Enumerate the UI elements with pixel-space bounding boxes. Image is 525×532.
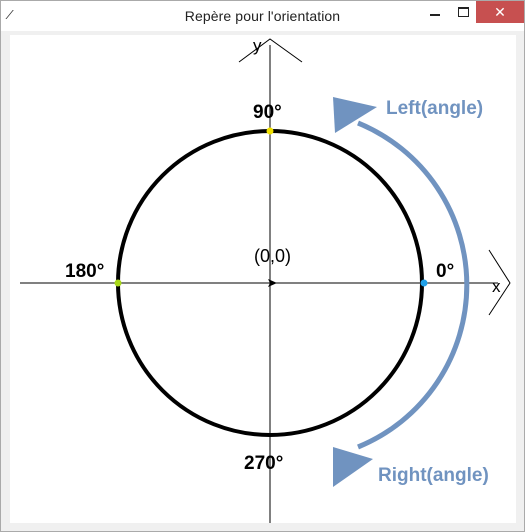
x-axis-label: x (492, 277, 501, 296)
maximize-button[interactable] (446, 1, 480, 23)
label-0-degrees: 0° (436, 261, 455, 282)
close-icon: ✕ (494, 4, 506, 20)
drawing-canvas: 90° 180° 0° 270° (0,0) x y Left(angle) R… (10, 35, 516, 523)
left-rotation-label: Left(angle) (386, 98, 484, 119)
y-axis-label: y (253, 36, 262, 55)
close-button[interactable]: ✕ (476, 1, 524, 23)
label-90-degrees: 90° (253, 102, 282, 123)
right-rotation-arrowhead-icon (333, 447, 373, 487)
origin-label: (0,0) (254, 246, 292, 266)
app-window: ⁄ Repère pour l'orientation ✕ 90° 180° 0… (0, 0, 525, 532)
label-270-degrees: 270° (244, 453, 284, 474)
maximize-icon (457, 7, 469, 17)
marker-90 (266, 127, 274, 135)
right-rotation-label: Right(angle) (378, 465, 489, 486)
marker-0 (420, 279, 428, 287)
label-180-degrees: 180° (65, 261, 105, 282)
minimize-icon (430, 14, 440, 16)
marker-180 (114, 279, 122, 287)
title-bar[interactable]: ⁄ Repère pour l'orientation ✕ (1, 1, 524, 31)
